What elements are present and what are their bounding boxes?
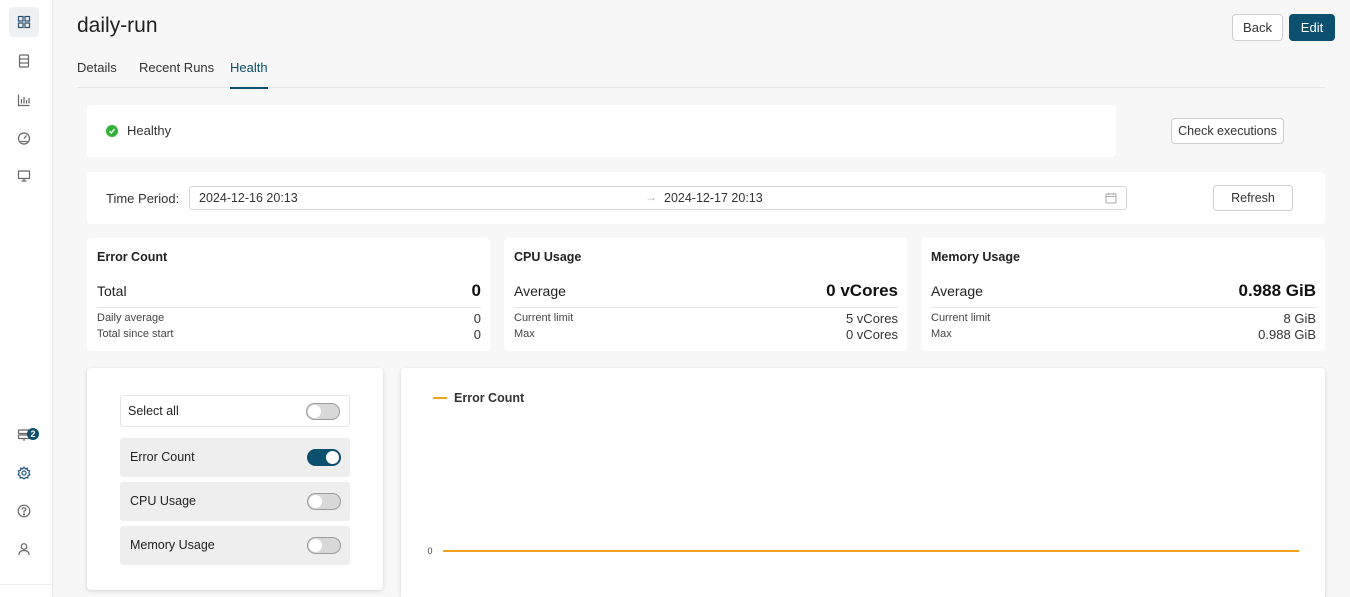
range-start-input[interactable]: 2024-12-16 20:13 <box>199 191 298 205</box>
toggle-knob <box>309 495 322 508</box>
notification-badge: 2 <box>27 428 39 440</box>
metric-title: Memory Usage <box>931 250 1020 264</box>
help-icon[interactable] <box>9 496 39 526</box>
notifications-icon[interactable]: 2 <box>9 420 39 450</box>
metric-main-label: Average <box>514 283 566 299</box>
toggle-knob <box>326 451 339 464</box>
time-period-card: Time Period: 2024-12-16 20:13 → 2024-12-… <box>87 172 1325 224</box>
metric-divider <box>97 307 481 308</box>
error-count-card: Error Count Total 0 Daily average 0 Tota… <box>87 238 490 351</box>
gauge-icon[interactable] <box>9 123 39 153</box>
memory-usage-toggle[interactable] <box>307 537 341 554</box>
calendar-icon[interactable] <box>1105 192 1117 204</box>
metric-row-value: 5 vCores <box>845 311 898 326</box>
toggle-knob <box>309 539 322 552</box>
series-label: Memory Usage <box>130 538 215 552</box>
series-label: CPU Usage <box>130 494 196 508</box>
metric-row-value: 0 vCores <box>845 327 898 342</box>
metric-main-value: 0 vCores <box>826 281 898 300</box>
tab-recent-runs[interactable]: Recent Runs <box>139 60 214 87</box>
metric-main-label: Average <box>931 283 983 299</box>
metric-main-value: 0.988 GiB <box>1238 281 1317 300</box>
check-circle-icon <box>106 125 118 137</box>
y-tick-label: 0 <box>427 546 432 556</box>
refresh-button[interactable]: Refresh <box>1213 185 1293 211</box>
range-end-input[interactable]: 2024-12-17 20:13 <box>664 191 763 205</box>
metric-row-label: Daily average <box>97 312 165 324</box>
cpu-usage-toggle[interactable] <box>307 493 341 510</box>
tab-details[interactable]: Details <box>77 60 117 87</box>
sidebar: 2 <box>0 0 53 597</box>
metric-row-value: 0 <box>473 327 481 342</box>
date-range-picker[interactable]: 2024-12-16 20:13 → 2024-12-17 20:13 <box>189 186 1127 210</box>
tab-health[interactable]: Health <box>230 60 268 89</box>
metric-row-label: Current limit <box>514 312 574 324</box>
metric-row-value: 0 <box>473 311 481 326</box>
series-row-memory-usage: Memory Usage <box>120 526 350 565</box>
select-all-label: Select all <box>128 404 179 418</box>
metric-row-value: 8 GiB <box>1283 311 1316 326</box>
select-all-row: Select all <box>120 395 350 427</box>
series-selector-card: Select all Error Count CPU Usage Memory … <box>87 368 383 590</box>
cpu-usage-card: CPU Usage Average 0 vCores Current limit… <box>504 238 907 351</box>
sidebar-divider <box>0 584 52 585</box>
metric-title: Error Count <box>97 250 168 264</box>
toggle-knob <box>308 405 321 418</box>
back-button[interactable]: Back <box>1232 14 1283 41</box>
metric-main-label: Total <box>97 283 127 299</box>
check-executions-button[interactable]: Check executions <box>1171 118 1284 144</box>
series-row-error-count: Error Count <box>120 438 350 477</box>
dashboard-icon[interactable] <box>9 7 39 37</box>
page-title: daily-run <box>77 14 158 37</box>
gear-icon[interactable] <box>9 458 39 488</box>
time-period-label: Time Period: <box>106 191 180 206</box>
user-icon[interactable] <box>9 534 39 564</box>
health-status-card: Healthy <box>87 105 1116 157</box>
metric-main-value: 0 <box>471 281 481 300</box>
line-chart: 0 <box>427 546 1299 556</box>
monitor-icon[interactable] <box>9 161 39 191</box>
metric-row-label: Current limit <box>931 312 991 324</box>
metric-title: CPU Usage <box>514 250 582 264</box>
metric-row-label: Max <box>514 328 535 340</box>
health-status-text: Healthy <box>127 123 172 138</box>
edit-button[interactable]: Edit <box>1289 14 1335 41</box>
series-row-cpu-usage: CPU Usage <box>120 482 350 521</box>
chart-card: Error Count 0 <box>401 368 1325 597</box>
metric-row-value: 0.988 GiB <box>1258 327 1316 342</box>
metric-row-label: Total since start <box>97 328 174 340</box>
series-label: Error Count <box>130 450 195 464</box>
error-count-toggle[interactable] <box>307 449 341 466</box>
select-all-toggle[interactable] <box>306 403 340 420</box>
memory-usage-card: Memory Usage Average 0.988 GiB Current l… <box>921 238 1325 351</box>
metric-row-label: Max <box>931 328 952 340</box>
bar-chart-icon[interactable] <box>9 85 39 115</box>
metric-divider <box>514 307 898 308</box>
arrow-right-icon: → <box>645 190 657 204</box>
metric-divider <box>931 307 1316 308</box>
database-icon[interactable] <box>9 46 39 76</box>
tab-bar: Details Recent Runs Health <box>77 60 1325 89</box>
